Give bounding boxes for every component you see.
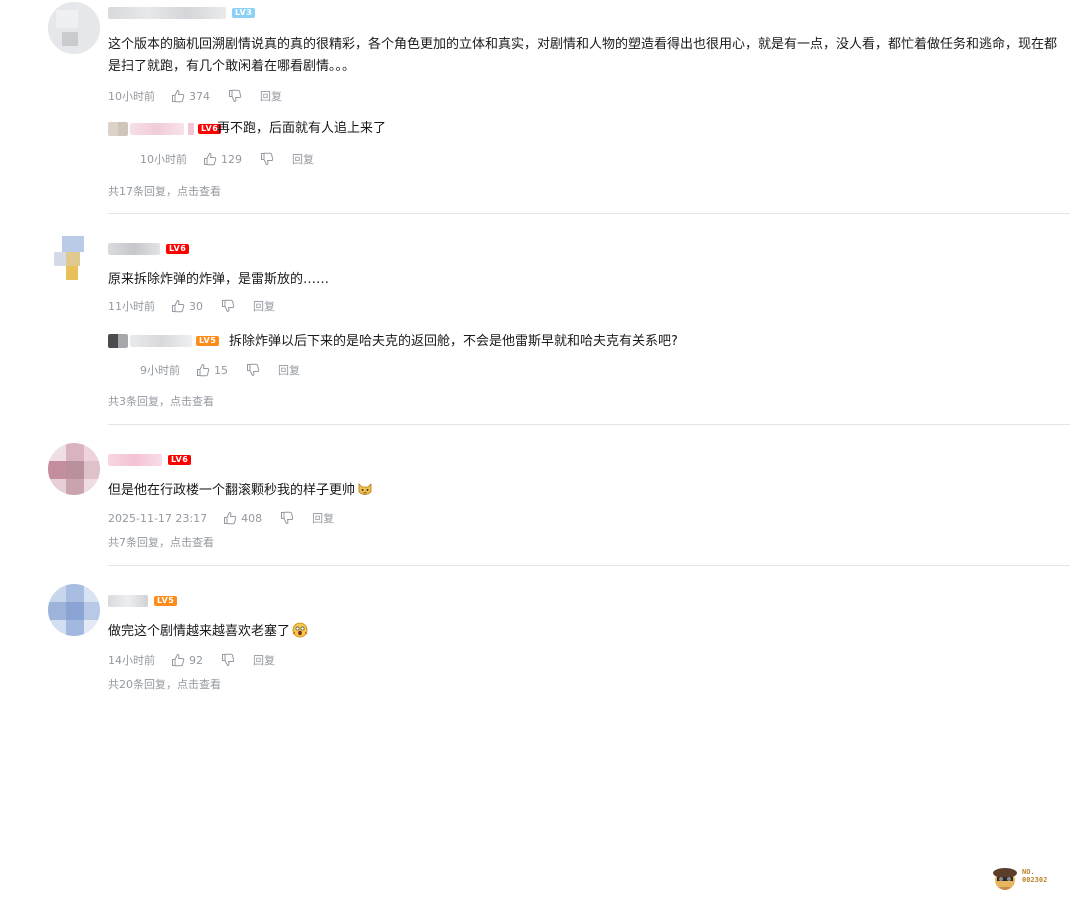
thumbs-up-icon — [172, 299, 185, 313]
sub-reply-text: 拆除炸弹以后下来的是哈夫克的返回舱，不会是他雷斯早就和哈夫克有关系吧? — [229, 334, 678, 349]
avatar[interactable] — [48, 2, 100, 54]
level-badge: LV5 — [154, 596, 178, 606]
like-button[interactable]: 408 — [223, 511, 262, 525]
thumbs-up-icon — [204, 152, 217, 166]
view-more-replies[interactable]: 共7条回复，点击查看 — [108, 534, 214, 550]
dislike-button[interactable] — [260, 152, 274, 166]
username[interactable]: LV5 — [108, 594, 178, 608]
username[interactable]: LV6 — [108, 453, 192, 467]
view-more-replies[interactable]: 共3条回复，点击查看 — [108, 393, 214, 409]
thumbs-down-icon — [229, 89, 242, 103]
comment-time: 2025-11-17 23:17 — [108, 511, 208, 525]
comment-item: LV6 NO. 002302 但是他在行政楼一个翻滚颗秒我的样子更帅 2025-… — [0, 425, 1080, 890]
sub-reply: LV5 拆除炸弹以后下来的是哈夫克的返回舱，不会是他雷斯早就和哈夫克有关系吧? … — [108, 334, 1068, 384]
dislike-button[interactable] — [228, 89, 242, 103]
sub-reply-info: 9小时前 15 回复 — [140, 362, 300, 378]
view-more-replies[interactable]: 共17条回复，点击查看 — [108, 183, 221, 199]
thumbs-up-icon — [224, 511, 237, 525]
thumbs-down-icon — [222, 299, 235, 313]
thumbs-up-icon — [197, 363, 210, 377]
like-button[interactable]: 374 — [171, 89, 210, 103]
level-badge: LV3 — [232, 8, 256, 18]
avatar[interactable] — [48, 584, 100, 636]
cat-face-emoji-icon — [358, 483, 372, 495]
comment-info: 10小时前 374 回复 — [108, 88, 282, 104]
sub-reply-info: 10小时前 129 回复 — [140, 151, 314, 167]
like-count: 92 — [189, 653, 203, 667]
comment-text: 做完这个剧情越来越喜欢老塞了 — [108, 621, 1068, 643]
sub-avatar[interactable] — [108, 122, 128, 136]
comment-info: 11小时前 30 回复 — [108, 298, 275, 314]
like-button[interactable]: 15 — [196, 363, 228, 377]
scared-face-emoji-icon — [292, 622, 308, 638]
avatar[interactable] — [48, 443, 100, 495]
reply-button[interactable]: 回复 — [292, 151, 314, 167]
comment-text: 这个版本的脑机回溯剧情说真的真的很精彩，各个角色更加的立体和真实，对剧情和人物的… — [108, 37, 1058, 74]
reply-button[interactable]: 回复 — [253, 298, 275, 314]
comment-time: 11小时前 — [108, 300, 155, 313]
comment-text: 但是他在行政楼一个翻滚颗秒我的样子更帅 — [108, 480, 1068, 502]
avatar[interactable] — [48, 232, 100, 284]
comment-item: LV3 这个版本的脑机回溯剧情说真的真的很精彩，各个角色更加的立体和真实，对剧情… — [0, 0, 1080, 214]
sub-reply-time: 9小时前 — [140, 364, 180, 377]
comment-time: 14小时前 — [108, 654, 155, 667]
thumbs-down-icon — [281, 511, 294, 525]
badge-number: 002302 — [1022, 876, 1048, 884]
sub-avatar[interactable] — [108, 334, 128, 348]
dislike-button[interactable] — [246, 363, 260, 377]
like-count: 374 — [189, 89, 210, 103]
sub-reply-time: 10小时前 — [140, 153, 187, 166]
sub-reply-text: 再不跑，后面就有人追上来了 — [217, 121, 387, 136]
like-button[interactable]: 92 — [171, 653, 203, 667]
dislike-button[interactable] — [280, 511, 294, 525]
comment-item: LV5 做完这个剧情越来越喜欢老塞了 14小时前 92 回复 共20条回复，点击… — [0, 566, 1080, 706]
dislike-button[interactable] — [221, 653, 235, 667]
comment-text: 原来拆除炸弹的炸弹，是雷斯放的…… — [108, 272, 330, 287]
level-badge: LV6 — [168, 455, 192, 465]
sub-username[interactable]: LV6 — [130, 122, 222, 136]
sub-username[interactable]: LV5 — [130, 334, 220, 348]
like-button[interactable]: 129 — [203, 152, 242, 166]
reply-button[interactable]: 回复 — [312, 510, 334, 526]
dislike-button[interactable] — [221, 299, 235, 313]
comment-item: LV6 原来拆除炸弹的炸弹，是雷斯放的…… 11小时前 30 回复 LV5 拆除… — [0, 214, 1080, 425]
username[interactable]: LV3 — [108, 6, 256, 20]
view-more-replies[interactable]: 共20条回复，点击查看 — [108, 676, 221, 692]
like-button[interactable]: 30 — [171, 299, 203, 313]
comment-info: 2025-11-17 23:17 408 回复 — [108, 510, 334, 526]
fan-badge: NO. 002302 — [990, 865, 1050, 897]
thumbs-up-icon — [172, 89, 185, 103]
level-badge: LV5 — [196, 336, 220, 346]
reply-button[interactable]: 回复 — [260, 88, 282, 104]
comment-info: 14小时前 92 回复 — [108, 652, 275, 668]
reply-button[interactable]: 回复 — [278, 362, 300, 378]
comment-time: 10小时前 — [108, 90, 155, 103]
thumbs-down-icon — [247, 363, 260, 377]
level-badge: LV6 — [166, 244, 190, 254]
thumbs-up-icon — [172, 653, 185, 667]
like-count: 408 — [241, 511, 263, 525]
thumbs-down-icon — [261, 152, 274, 166]
like-count: 129 — [221, 152, 242, 166]
sub-reply: LV6 再不跑，后面就有人追上来了 10小时前 129 回复 — [108, 121, 1068, 171]
reply-button[interactable]: 回复 — [253, 652, 275, 668]
username[interactable]: LV6 — [108, 242, 190, 256]
cartoon-character-icon — [993, 868, 1017, 890]
like-count: 30 — [189, 299, 203, 313]
thumbs-down-icon — [222, 653, 235, 667]
badge-no-label: NO. — [1022, 868, 1035, 876]
like-count: 15 — [214, 363, 228, 377]
